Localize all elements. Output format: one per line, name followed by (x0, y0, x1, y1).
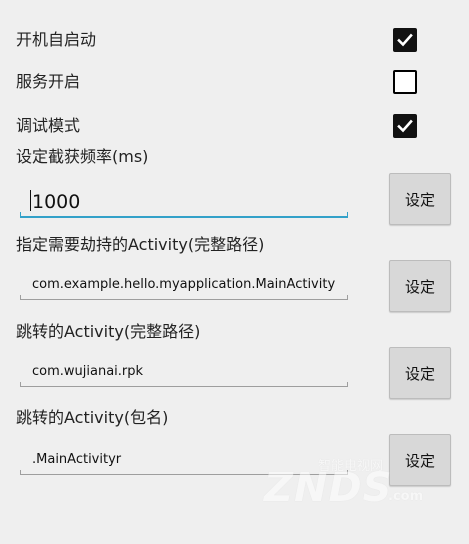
debug-checkbox[interactable] (393, 114, 417, 138)
jump-pkg-input[interactable]: .MainActivityr (20, 441, 348, 475)
jump-pkg-value: .MainActivityr (32, 452, 122, 467)
hijack-activity-label: 指定需要劫持的Activity(完整路径) (16, 235, 265, 254)
text-cursor (30, 190, 31, 211)
hijack-activity-value: com.example.hello.myapplication.MainActi… (32, 277, 336, 292)
service-label: 服务开启 (16, 72, 81, 91)
jump-full-label: 跳转的Activity(完整路径) (16, 322, 201, 341)
jump-pkg-set-button[interactable]: 设定 (389, 434, 451, 486)
hijack-set-button[interactable]: 设定 (389, 260, 451, 312)
capture-frequency-value: 1000 (32, 191, 81, 213)
debug-row[interactable]: 调试模式 (16, 106, 424, 146)
checkmark-icon (397, 33, 413, 47)
capture-frequency-input[interactable]: 1000 (20, 184, 348, 218)
checkmark-icon (397, 119, 413, 133)
autostart-row[interactable]: 开机自启动 (16, 20, 424, 60)
autostart-checkbox[interactable] (393, 28, 417, 52)
capture-frequency-label: 设定截获频率(ms) (16, 147, 149, 166)
watermark-domain: .com (388, 489, 424, 504)
jump-full-set-button[interactable]: 设定 (389, 347, 451, 399)
jump-pkg-label: 跳转的Activity(包名) (16, 408, 169, 427)
autostart-label: 开机自启动 (16, 30, 97, 49)
service-checkbox[interactable] (393, 70, 417, 94)
capture-set-button[interactable]: 设定 (389, 173, 451, 225)
hijack-activity-input[interactable]: com.example.hello.myapplication.MainActi… (20, 266, 348, 300)
jump-full-input[interactable]: com.wujianai.rpk (20, 353, 348, 387)
service-row[interactable]: 服务开启 (16, 62, 424, 102)
jump-full-value: com.wujianai.rpk (32, 364, 144, 379)
debug-label: 调试模式 (16, 116, 81, 135)
